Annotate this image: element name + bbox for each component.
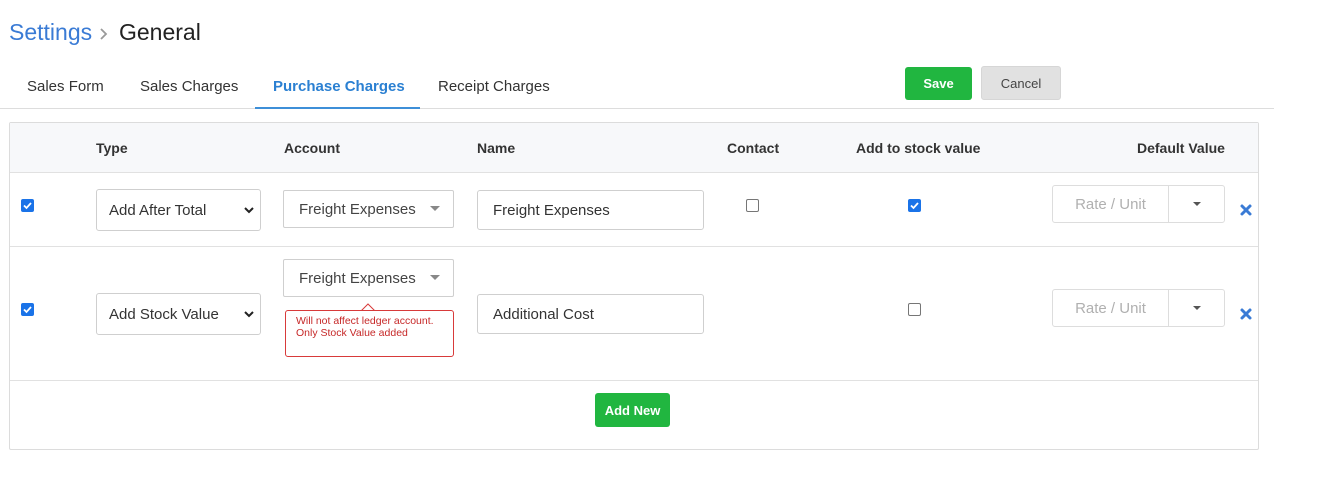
chevron-right-icon: [100, 28, 108, 40]
table-header: [10, 123, 1258, 172]
default-value-group: Rate / Unit: [1052, 185, 1225, 223]
divider: [10, 380, 1258, 381]
header-contact: Contact: [727, 140, 780, 156]
tab-sales-form[interactable]: Sales Form: [27, 78, 104, 95]
divider: [10, 172, 1258, 173]
account-select-value: Freight Expenses: [299, 269, 416, 287]
tab-receipt-charges[interactable]: Receipt Charges: [438, 78, 550, 95]
name-input[interactable]: Freight Expenses: [477, 190, 704, 230]
caret-down-icon: [1192, 201, 1201, 206]
header-account: Account: [284, 140, 340, 156]
checkmark-icon: [23, 202, 32, 210]
cancel-button[interactable]: Cancel: [981, 66, 1061, 100]
chevron-down-icon: [244, 311, 254, 318]
row-enabled-checkbox[interactable]: [21, 199, 34, 212]
account-select[interactable]: Freight Expenses: [283, 190, 454, 228]
type-select[interactable]: Add Stock Value: [96, 293, 261, 335]
tab-purchase-charges[interactable]: Purchase Charges: [273, 78, 405, 95]
account-warning-tooltip: Will not affect ledger account. Only Sto…: [285, 310, 454, 357]
tab-sales-charges[interactable]: Sales Charges: [140, 78, 238, 95]
unit-dropdown[interactable]: [1169, 290, 1224, 326]
account-select-value: Freight Expenses: [299, 200, 416, 218]
tabs-divider: [0, 108, 1274, 109]
add-to-stock-checkbox[interactable]: [908, 303, 921, 316]
save-button[interactable]: Save: [905, 67, 972, 100]
active-tab-indicator: [255, 107, 420, 109]
header-default-value: Default Value: [1137, 140, 1225, 156]
header-type: Type: [96, 140, 128, 156]
checkmark-icon: [910, 202, 919, 210]
type-select[interactable]: Add After Total: [96, 189, 261, 231]
type-select-value: Add Stock Value: [109, 305, 219, 323]
chevron-down-icon: [244, 207, 254, 214]
caret-down-icon: [430, 206, 440, 211]
add-to-stock-checkbox[interactable]: [908, 199, 921, 212]
page-title: General: [119, 19, 201, 45]
account-select[interactable]: Freight Expenses: [283, 259, 454, 297]
breadcrumb-settings-link[interactable]: Settings: [9, 19, 92, 46]
remove-row-icon[interactable]: [1239, 203, 1253, 217]
default-value-group: Rate / Unit: [1052, 289, 1225, 327]
header-add-to-stock-value: Add to stock value: [856, 140, 981, 156]
type-select-value: Add After Total: [109, 201, 207, 219]
checkmark-icon: [23, 306, 32, 314]
unit-dropdown[interactable]: [1169, 186, 1224, 222]
contact-checkbox[interactable]: [746, 199, 759, 212]
divider: [10, 246, 1258, 247]
caret-down-icon: [430, 275, 440, 280]
default-value-input[interactable]: Rate / Unit: [1053, 290, 1169, 326]
add-new-button[interactable]: Add New: [595, 393, 670, 427]
name-input[interactable]: Additional Cost: [477, 294, 704, 334]
caret-down-icon: [1192, 305, 1201, 310]
default-value-input[interactable]: Rate / Unit: [1053, 186, 1169, 222]
header-name: Name: [477, 140, 516, 156]
remove-row-icon[interactable]: [1239, 307, 1253, 321]
row-enabled-checkbox[interactable]: [21, 303, 34, 316]
